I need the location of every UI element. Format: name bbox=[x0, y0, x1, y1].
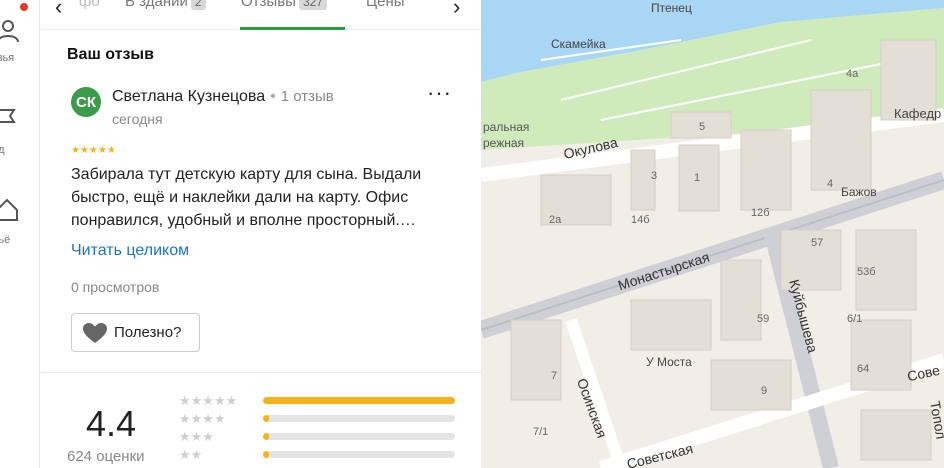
house-number: 64 bbox=[857, 363, 870, 375]
tabs-bar: ‹ фо В здании 2 Отзывы 327 Цены › bbox=[41, 0, 481, 30]
tab-in-building[interactable]: В здании 2 bbox=[125, 0, 206, 10]
house-number: 7/1 bbox=[533, 426, 549, 438]
review-date: сегодня bbox=[112, 111, 163, 127]
poi-label[interactable]: У Моста bbox=[646, 355, 692, 369]
author-name[interactable]: Светлана Кузнецова bbox=[112, 88, 265, 105]
review-stars: ★★★★★ bbox=[71, 145, 116, 156]
house-number: 6/1 bbox=[847, 313, 863, 325]
views-count: 0 просмотров bbox=[71, 279, 160, 295]
read-more-link[interactable]: Читать целиком bbox=[71, 242, 189, 260]
house-number: 4а bbox=[846, 68, 859, 80]
useful-label: Полезно? bbox=[114, 324, 182, 341]
tab-prices[interactable]: Цены bbox=[366, 0, 405, 10]
house-number: 2а bbox=[549, 214, 562, 226]
tab-badge: 327 bbox=[298, 0, 327, 10]
rating-distribution-row: ★★★★★ bbox=[179, 393, 459, 408]
place-label: ральная bbox=[483, 120, 530, 134]
rating-distribution-row: ★★★ bbox=[179, 429, 459, 444]
house-number: 5 bbox=[699, 121, 706, 133]
app-rail: узья ид льё bbox=[0, 0, 40, 468]
distribution-stars: ★★★ bbox=[179, 429, 214, 444]
house-number: 59 bbox=[757, 313, 770, 325]
house-number: 57 bbox=[811, 237, 824, 249]
map[interactable]: Птенец Скамейка Бажов Кафедр У Моста рал… bbox=[481, 0, 944, 468]
guide-icon[interactable] bbox=[0, 104, 20, 130]
avatar[interactable]: СК bbox=[71, 87, 101, 117]
distribution-bar-track bbox=[263, 451, 455, 458]
friends-icon[interactable] bbox=[0, 18, 20, 44]
distribution-bar-fill bbox=[263, 433, 269, 440]
housing-icon[interactable] bbox=[0, 196, 20, 222]
distribution-bar-fill bbox=[263, 415, 269, 422]
house-number: 53б bbox=[857, 266, 876, 278]
house-number: 4 bbox=[827, 178, 834, 190]
rating-distribution-row: ★★★★ bbox=[179, 411, 459, 426]
section-title: Ваш отзыв bbox=[67, 46, 154, 63]
active-tab-indicator bbox=[240, 27, 345, 30]
distribution-stars: ★★★★★ bbox=[179, 393, 238, 408]
tabs-scroll-right-icon[interactable]: › bbox=[453, 0, 460, 20]
rating-distribution-row: ★★ bbox=[179, 447, 459, 462]
house-number: 7 bbox=[551, 370, 558, 382]
more-options-icon[interactable]: ··· bbox=[427, 82, 451, 108]
rating-count: 624 оценки bbox=[67, 448, 145, 465]
rating-value: 4.4 bbox=[86, 403, 137, 444]
tab-badge: 2 bbox=[190, 0, 206, 10]
poi-label[interactable]: Кафедр bbox=[894, 106, 941, 121]
house-number: 12б bbox=[751, 207, 770, 219]
house-number: 9 bbox=[761, 385, 768, 397]
house-number: 14б bbox=[631, 214, 650, 226]
tabs-scroll-left-icon[interactable]: ‹ bbox=[55, 0, 62, 20]
distribution-bar-track bbox=[263, 397, 455, 404]
distribution-bar-fill bbox=[263, 397, 455, 404]
notification-dot bbox=[20, 3, 28, 11]
rail-item-label[interactable]: льё bbox=[0, 234, 10, 246]
distribution-stars: ★★★★ bbox=[179, 411, 226, 426]
distribution-bar-track bbox=[263, 415, 455, 422]
distribution-bar-track bbox=[263, 433, 455, 440]
poi-label[interactable]: Бажов bbox=[841, 185, 877, 199]
heart-icon bbox=[83, 322, 107, 343]
house-number: 1 bbox=[694, 172, 701, 184]
review-text: Забирала тут детскую карту для сына. Выд… bbox=[71, 166, 422, 229]
poi-label[interactable]: Скамейка bbox=[551, 37, 606, 51]
distribution-stars: ★★ bbox=[179, 447, 203, 462]
review-author: Светлана Кузнецова • 1 отзыв bbox=[112, 88, 334, 105]
poi-label[interactable]: Птенец bbox=[651, 1, 692, 15]
organization-panel: ‹ фо В здании 2 Отзывы 327 Цены › Ваш отзы… bbox=[41, 0, 481, 468]
distribution-bar-fill bbox=[263, 451, 269, 458]
useful-button[interactable]: Полезно? bbox=[71, 313, 200, 352]
place-label: режная bbox=[483, 136, 525, 150]
author-review-count: 1 отзыв bbox=[280, 88, 334, 105]
tab-info[interactable]: фо bbox=[79, 0, 100, 10]
divider bbox=[41, 372, 481, 373]
rail-item-label[interactable]: ид bbox=[0, 144, 5, 156]
map-canvas[interactable] bbox=[481, 0, 944, 468]
rail-item-label[interactable]: узья bbox=[0, 52, 14, 64]
tab-reviews[interactable]: Отзывы 327 bbox=[241, 0, 327, 10]
house-number: 3 bbox=[651, 170, 658, 182]
